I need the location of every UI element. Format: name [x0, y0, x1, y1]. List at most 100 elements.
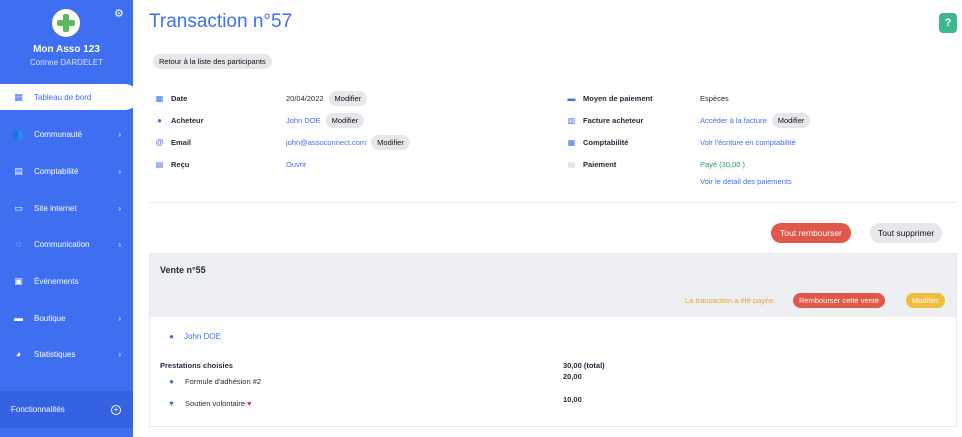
service-amount: 20,00 — [563, 372, 582, 381]
calendar-icon: ▦ — [155, 93, 164, 103]
service-label: Formule d'adhésion #2 — [185, 377, 262, 386]
sidebar-item-accounting[interactable]: ▤ Comptabilité › — [0, 158, 133, 184]
date-value-group: 20/04/2022 Modifier — [286, 90, 368, 106]
detail-invoice: ▥ Facture acheteur — [567, 113, 644, 127]
user-icon: ● — [157, 115, 162, 125]
edit-buyer-button[interactable]: Modifier — [325, 112, 365, 128]
calculator-icon: ▦ — [567, 137, 576, 147]
sidebar-item-community[interactable]: 👥 Communauté › — [0, 121, 133, 147]
date-value: 20/04/2022 — [286, 93, 324, 103]
sidebar-item-events[interactable]: ▣ Événements — [0, 268, 133, 294]
user-name: Corinne DARDELET — [30, 58, 103, 67]
features-label: Fonctionnalités — [11, 405, 65, 414]
sidebar-item-label: Communication — [34, 239, 90, 249]
calendar-icon: ▣ — [14, 275, 23, 286]
sidebar-item-website[interactable]: ▭ Site internet › — [0, 195, 133, 221]
sidebar-item-stats[interactable]: ◕ Statistiques › — [0, 341, 133, 367]
accounting-icon: ▤ — [14, 165, 23, 176]
at-sign-icon: @ — [155, 137, 164, 147]
list-item: ♥ Soutien volontaire ♥ — [167, 399, 252, 408]
plus-circle-icon[interactable]: + — [111, 404, 121, 415]
detail-buyer: ● Acheteur — [155, 113, 204, 127]
sale-buyer[interactable]: ● John DOE — [167, 332, 221, 341]
invoice-icon: ▥ — [567, 115, 576, 125]
red-heart-icon: ♥ — [247, 399, 252, 408]
accounting-entry-link[interactable]: Voir l'écriture en comptabilité — [700, 138, 796, 147]
dashboard-icon: ▦ — [14, 91, 23, 102]
help-button[interactable]: ? — [939, 13, 957, 33]
shop-icon: ▬ — [14, 313, 23, 323]
sidebar-item-dashboard[interactable]: ▦ Tableau de bord — [0, 84, 138, 110]
gear-icon[interactable]: ⚙ — [114, 7, 124, 20]
accounting-label: Comptabilité — [583, 137, 629, 147]
page-title: Transaction n°57 — [149, 11, 293, 32]
sale-header: Vente n°55 La transaction a été payée. R… — [150, 254, 956, 317]
sale-title: Vente n°55 — [160, 265, 206, 275]
sidebar: ⚙ Mon Asso 123 Corinne DARDELET ▦ Tablea… — [0, 0, 138, 437]
payment-icon: ▤ — [567, 159, 576, 169]
sidebar-item-label: Tableau de bord — [34, 92, 92, 102]
payment-detail-group: Voir le détail des paiements — [700, 175, 792, 187]
refund-sale-button[interactable]: Rembourser cette vente — [793, 293, 886, 308]
chevron-right-icon: › — [118, 349, 121, 359]
refund-all-button[interactable]: Tout rembourser — [771, 223, 851, 243]
detail-email: @ Email — [155, 135, 191, 149]
edit-date-button[interactable]: Modifier — [328, 90, 368, 106]
payment-method-value-group: Espèces — [700, 91, 729, 105]
sale-paid-status: La transaction a été payée. — [685, 296, 776, 305]
sidebar-footer-features[interactable]: Fonctionnalités + — [0, 391, 133, 428]
edit-email-button[interactable]: Modifier — [371, 134, 410, 150]
credit-card-icon: ▬ — [567, 93, 576, 103]
detail-receipt: ▤ Reçu — [155, 157, 190, 171]
sidebar-item-communication[interactable]: ◌ Communication › — [0, 231, 133, 257]
stats-icon: ◕ — [15, 349, 22, 359]
sidebar-item-label: Statistiques — [34, 349, 76, 359]
service-amount: 10,00 — [563, 395, 582, 404]
divider — [149, 202, 957, 203]
list-item: ● Formule d'adhésion #2 — [167, 377, 261, 386]
chevron-right-icon: › — [118, 239, 121, 249]
payment-method-label: Moyen de paiement — [583, 93, 653, 103]
chevron-right-icon: › — [118, 129, 121, 139]
plus-logo-icon — [57, 14, 75, 32]
receipt-icon: ▤ — [155, 159, 164, 169]
delete-all-button[interactable]: Tout supprimer — [870, 223, 943, 243]
sidebar-item-label: Boutique — [34, 313, 66, 323]
payment-details-link[interactable]: Voir le détail des paiements — [700, 177, 792, 186]
payment-label: Paiement — [583, 159, 617, 169]
services-title: Prestations choisies — [160, 361, 233, 370]
open-receipt-link[interactable]: Ouvrir — [286, 160, 306, 169]
main-content: Transaction n°57 ? Retour à la liste des… — [133, 0, 962, 437]
edit-invoice-button[interactable]: Modifier — [771, 112, 811, 128]
sidebar-item-shop[interactable]: ▬ Boutique › — [0, 305, 133, 331]
date-label: Date — [171, 93, 188, 103]
sale-card: Vente n°55 La transaction a été payée. R… — [149, 253, 957, 427]
communication-icon: ◌ — [15, 239, 22, 249]
community-icon: 👥 — [12, 128, 25, 139]
invoice-label: Facture acheteur — [583, 115, 644, 125]
invoice-link[interactable]: Accéder à la facture — [700, 116, 767, 125]
user-icon: ● — [169, 332, 174, 341]
org-name: Mon Asso 123 — [33, 44, 100, 55]
back-to-participants-button[interactable]: Retour à la liste des participants — [153, 54, 272, 69]
sidebar-item-label: Événements — [34, 276, 79, 286]
chevron-right-icon: › — [118, 313, 121, 323]
sidebar-item-label: Site internet — [34, 203, 77, 213]
detail-payment-method: ▬ Moyen de paiement — [567, 91, 653, 105]
buyer-link[interactable]: John DOE — [286, 116, 321, 125]
receipt-label: Reçu — [171, 159, 190, 169]
buyer-label: Acheteur — [171, 115, 204, 125]
payment-status: Payé (30,00 ) — [700, 159, 746, 169]
detail-payment: ▤ Paiement — [567, 157, 617, 171]
detail-date: ▦ Date — [155, 91, 188, 105]
edit-sale-button[interactable]: Modifier — [906, 293, 945, 308]
sale-buyer-name: John DOE — [184, 332, 221, 341]
heart-icon: ♥ — [169, 399, 174, 408]
website-icon: ▭ — [14, 202, 23, 213]
payment-method-value: Espèces — [700, 93, 729, 103]
org-logo[interactable] — [52, 9, 80, 37]
invoice-value-group: Accéder à la facture Modifier — [700, 112, 811, 128]
accounting-value-group: Voir l'écriture en comptabilité — [700, 135, 796, 149]
chevron-right-icon: › — [118, 166, 121, 176]
email-link[interactable]: john@assoconnect.com — [286, 138, 366, 147]
